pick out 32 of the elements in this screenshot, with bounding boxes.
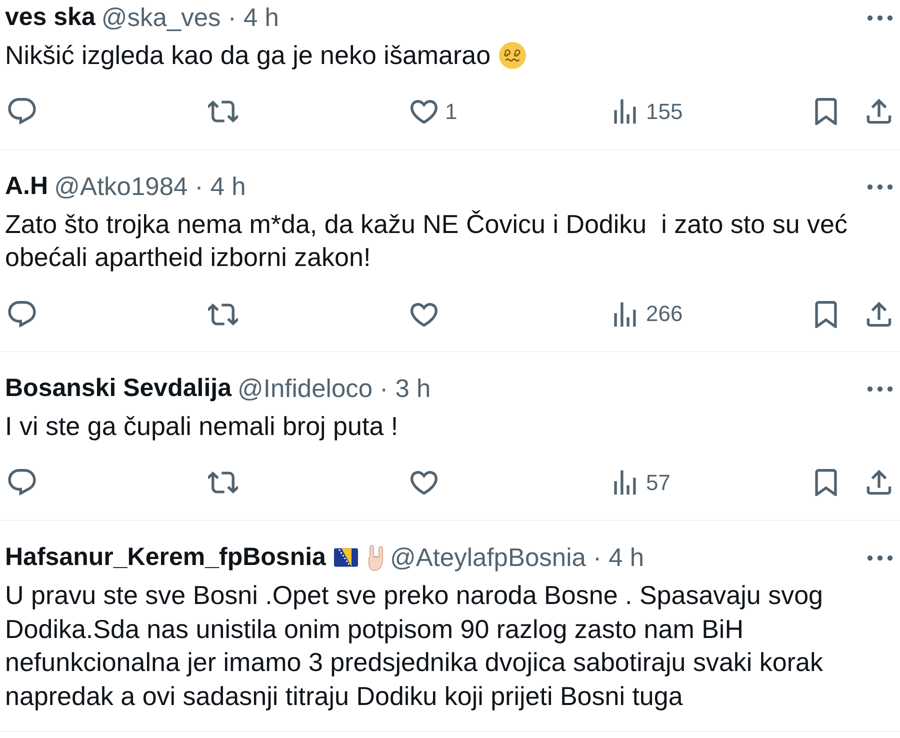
reply-icon	[7, 300, 37, 328]
more-options-icon[interactable]	[867, 386, 893, 392]
rock-hand-emoji-icon	[368, 544, 384, 571]
reply-icon	[7, 98, 37, 126]
like-count[interactable]: 1	[445, 100, 458, 123]
post-text: I vi ste ga čupali nemali broj puta !	[5, 410, 398, 444]
post-text: Nikšić izgleda kao da ga je neko išamarao	[5, 39, 491, 72]
repost-icon	[208, 98, 238, 126]
user-handle-and-time[interactable]: @ska_ves · 4 h	[101, 0, 279, 38]
post-text: U pravu ste sve Bosni .Opet sve preko naroda Bosne . Spasavaju svog Dodika.Sda nas unistila onim potpisom 90 razlog zasto nam BiH nefunkcionalna jer imamo 3 predsjednika dvojica sabotiraju svaki korak napredak a ovi sadasnji titraju Dodiku koji prijeti Bosni tuga	[5, 578, 824, 713]
reply-icon	[7, 469, 37, 496]
user-name[interactable]: Hafsanur_Kerem_fpBosnia	[5, 539, 326, 577]
share-icon	[864, 300, 894, 328]
views-count[interactable]: 57	[646, 472, 670, 494]
repost-icon	[208, 300, 238, 328]
user-handle-and-time[interactable]: @Infideloco · 3 h	[238, 370, 431, 408]
share-icon	[864, 98, 894, 126]
user-name[interactable]: ves ska	[5, 0, 96, 37]
user-handle-and-time[interactable]: @AteylafpBosnia · 4 h	[390, 538, 644, 577]
views-count[interactable]: 266	[646, 303, 683, 326]
views-count[interactable]: 155	[646, 100, 683, 123]
more-options-icon[interactable]	[867, 554, 893, 561]
more-options-icon[interactable]	[867, 184, 893, 190]
more-options-icon[interactable]	[867, 15, 893, 21]
dizzy-face-emoji-icon	[498, 42, 526, 70]
user-handle-and-time[interactable]: @Atko1984 · 4 h	[54, 168, 246, 206]
user-name[interactable]: Bosanski Sevdalija	[5, 370, 232, 408]
user-name[interactable]: A.H	[5, 168, 48, 206]
post-text: Zato što trojka nema m*da, da kažu NE Čovicu i Dodiku i zato sto su već obećali apartheid izborni zakon!	[5, 208, 848, 274]
repost-icon	[208, 469, 238, 496]
flag-icon	[334, 548, 358, 568]
share-icon	[864, 469, 894, 496]
